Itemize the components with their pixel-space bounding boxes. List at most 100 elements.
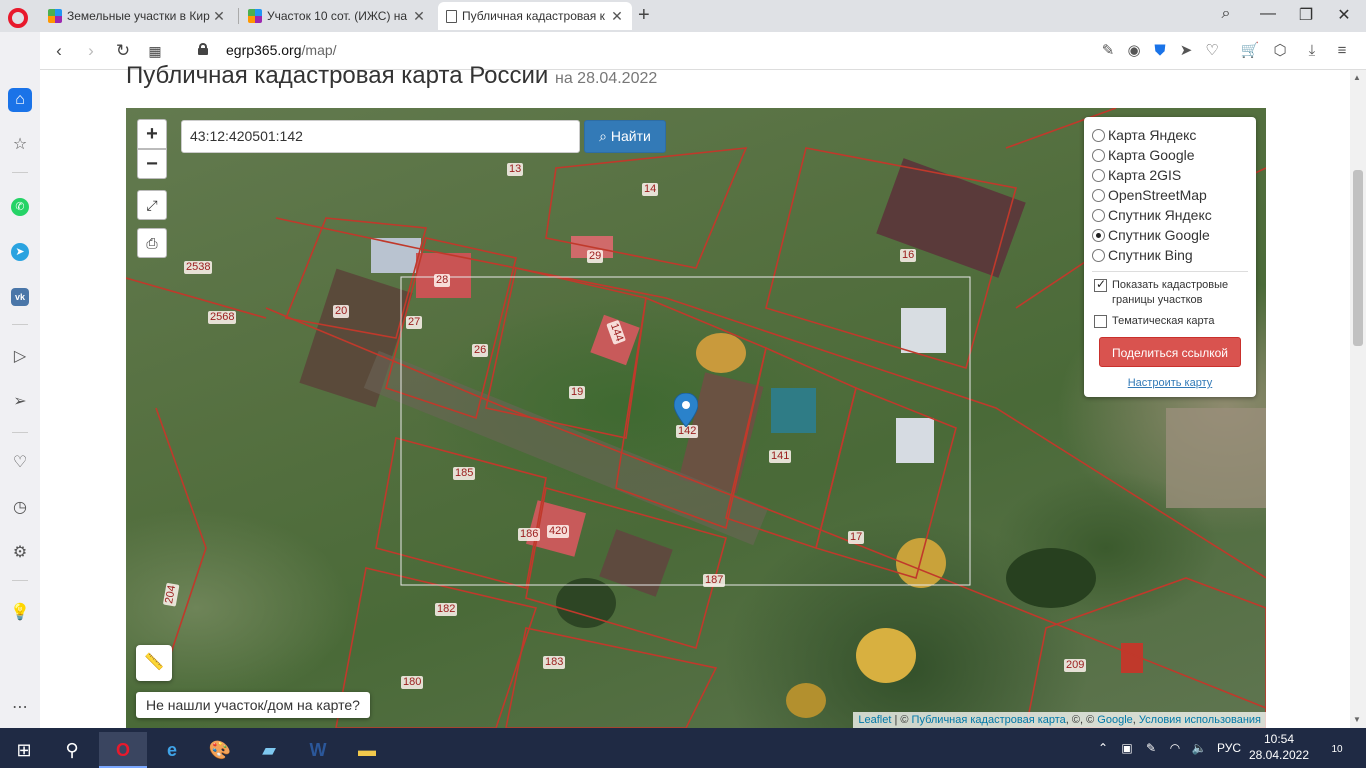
parcel-label[interactable]: 26 xyxy=(472,344,489,357)
close-tab-icon[interactable]: ✕ xyxy=(610,8,624,25)
notification-icon[interactable]: 10 xyxy=(1322,728,1352,768)
radio-button[interactable] xyxy=(1092,148,1105,162)
restore-button[interactable]: ❐ xyxy=(1294,5,1318,25)
scroll-down-icon[interactable]: ▼ xyxy=(1353,715,1361,724)
camera-icon[interactable]: ◉ xyxy=(1124,41,1144,61)
parcel-label[interactable]: 2538 xyxy=(184,261,213,274)
vpn-shield-icon[interactable]: ⛊ xyxy=(1150,41,1170,61)
minimize-button[interactable]: — xyxy=(1256,5,1280,23)
close-window-button[interactable]: ✕ xyxy=(1332,5,1356,25)
search-button[interactable]: ⌕ Найти xyxy=(584,120,666,153)
cart-icon[interactable]: 🛒 xyxy=(1240,41,1260,61)
share-link-button[interactable]: Поделиться ссылкой xyxy=(1099,337,1241,367)
page-scrollbar[interactable]: ▲ ▼ xyxy=(1350,70,1366,728)
parcel-label[interactable]: 180 xyxy=(401,676,424,689)
lock-icon[interactable] xyxy=(198,43,208,55)
reload-button[interactable]: ↻ xyxy=(112,40,134,62)
tray-device-icon[interactable]: ▣ xyxy=(1118,728,1136,768)
parcel-label[interactable]: 13 xyxy=(507,163,524,176)
telegram-icon[interactable]: ➤ xyxy=(11,243,29,261)
ruler-icon[interactable]: 📏 xyxy=(136,645,172,681)
download-icon[interactable]: ⤓ xyxy=(1302,41,1322,61)
parcel-label[interactable]: 183 xyxy=(543,656,566,669)
cadastral-search-input[interactable]: 43:12:420501:142 xyxy=(181,120,580,153)
whatsapp-icon[interactable]: ✆ xyxy=(11,198,29,216)
parcel-label[interactable]: 182 xyxy=(435,603,458,616)
layer-osm[interactable]: OpenStreetMap xyxy=(1092,185,1248,205)
layer-bing-satellite[interactable]: Спутник Bing xyxy=(1092,245,1248,265)
parcel-label[interactable]: 16 xyxy=(900,249,917,262)
layer-yandex-map[interactable]: Карта Яндекс xyxy=(1092,125,1248,145)
tab-land-plots[interactable]: Земельные участки в Кир ✕ xyxy=(40,2,234,30)
checkbox[interactable] xyxy=(1094,315,1107,328)
configure-map-link[interactable]: Настроить карту xyxy=(1092,377,1248,389)
tab-search-icon[interactable]: ⌕ xyxy=(1214,5,1238,23)
explorer-taskbar-icon[interactable]: ▬ xyxy=(343,732,391,768)
layer-google-satellite[interactable]: Спутник Google xyxy=(1092,225,1248,245)
new-tab-button[interactable]: + xyxy=(638,4,650,27)
parcel-label[interactable]: 187 xyxy=(703,574,726,587)
close-tab-icon[interactable]: ✕ xyxy=(412,8,426,25)
settings-icon[interactable]: ⚙ xyxy=(8,541,32,565)
satellite-map[interactable]: 13 14 2538 2568 20 28 29 27 26 16 144 19… xyxy=(126,108,1266,728)
leaflet-link[interactable]: Leaflet xyxy=(858,714,891,726)
radio-button[interactable] xyxy=(1092,208,1105,222)
layer-yandex-satellite[interactable]: Спутник Яндекс xyxy=(1092,205,1248,225)
history-icon[interactable]: ◷ xyxy=(8,496,32,520)
radio-button[interactable] xyxy=(1092,188,1105,202)
opera-taskbar-icon[interactable]: O xyxy=(99,732,147,768)
parcel-label[interactable]: 27 xyxy=(406,316,423,329)
heart-icon[interactable]: ♡ xyxy=(8,451,32,475)
parcel-label[interactable]: 141 xyxy=(769,450,792,463)
vk-icon[interactable]: vk xyxy=(11,288,29,306)
forward-button[interactable]: › xyxy=(80,40,102,62)
parcel-label[interactable]: 17 xyxy=(848,531,865,544)
show-cadastral-toggle[interactable]: Показать кадастровые границы участков xyxy=(1092,277,1248,308)
tab-cadastral-map[interactable]: Публичная кадастровая к ✕ xyxy=(438,2,632,30)
paint-taskbar-icon[interactable]: 🎨 xyxy=(196,732,244,768)
parcel-label[interactable]: 2568 xyxy=(208,311,237,324)
tray-chevron-icon[interactable]: ⌃ xyxy=(1094,728,1112,768)
not-found-button[interactable]: Не нашли участок/дом на карте? xyxy=(136,692,370,718)
heart-icon[interactable]: ♡ xyxy=(1202,41,1222,61)
scroll-up-icon[interactable]: ▲ xyxy=(1353,73,1361,82)
send-icon[interactable]: ➤ xyxy=(1176,41,1196,61)
parcel-label[interactable]: 209 xyxy=(1064,659,1087,672)
parcel-label[interactable]: 14 xyxy=(642,183,659,196)
speed-dial-icon[interactable]: ▦ xyxy=(144,40,166,62)
volume-icon[interactable]: 🔈 xyxy=(1190,728,1208,768)
radio-button-selected[interactable] xyxy=(1092,228,1105,242)
print-icon[interactable]: ⎙ xyxy=(137,228,167,258)
ie-taskbar-icon[interactable]: e xyxy=(148,732,196,768)
location-pin-icon[interactable] xyxy=(674,393,698,427)
star-icon[interactable]: ☆ xyxy=(8,133,32,157)
wifi-icon[interactable]: ◠ xyxy=(1166,728,1184,768)
pkk-link[interactable]: Публичная кадастровая карта xyxy=(912,714,1066,726)
radio-button[interactable] xyxy=(1092,128,1105,142)
player-icon[interactable]: ▷ xyxy=(8,345,32,369)
parcel-label[interactable]: 28 xyxy=(434,274,451,287)
home-icon[interactable]: ⌂ xyxy=(8,88,32,112)
opera-logo-icon[interactable] xyxy=(8,8,28,28)
radio-button[interactable] xyxy=(1092,248,1105,262)
parcel-label[interactable]: 186 xyxy=(518,528,541,541)
layer-google-map[interactable]: Карта Google xyxy=(1092,145,1248,165)
lightbulb-icon[interactable]: 💡 xyxy=(8,601,32,625)
parcel-label[interactable]: 420 xyxy=(547,525,570,538)
close-tab-icon[interactable]: ✕ xyxy=(212,8,226,25)
parcel-label[interactable]: 20 xyxy=(333,305,350,318)
terms-link[interactable]: Условия использования xyxy=(1139,714,1261,726)
parcel-label[interactable]: 29 xyxy=(587,250,604,263)
menu-icon[interactable]: ≡ xyxy=(1332,41,1352,61)
notepad-taskbar-icon[interactable]: ▰ xyxy=(245,732,293,768)
more-icon[interactable]: ⋯ xyxy=(8,696,32,720)
parcel-label[interactable]: 19 xyxy=(569,386,586,399)
google-link[interactable]: Google xyxy=(1097,714,1132,726)
windows-start-icon[interactable]: ⊞ xyxy=(0,732,48,768)
scroll-thumb[interactable] xyxy=(1353,170,1363,346)
language-indicator[interactable]: РУС xyxy=(1214,728,1244,768)
word-taskbar-icon[interactable]: W xyxy=(294,732,342,768)
url-field[interactable]: egrp365.org/map/ xyxy=(226,42,337,58)
send-icon[interactable]: ➢ xyxy=(8,390,32,414)
fullscreen-icon[interactable]: ⤢ xyxy=(137,190,167,220)
